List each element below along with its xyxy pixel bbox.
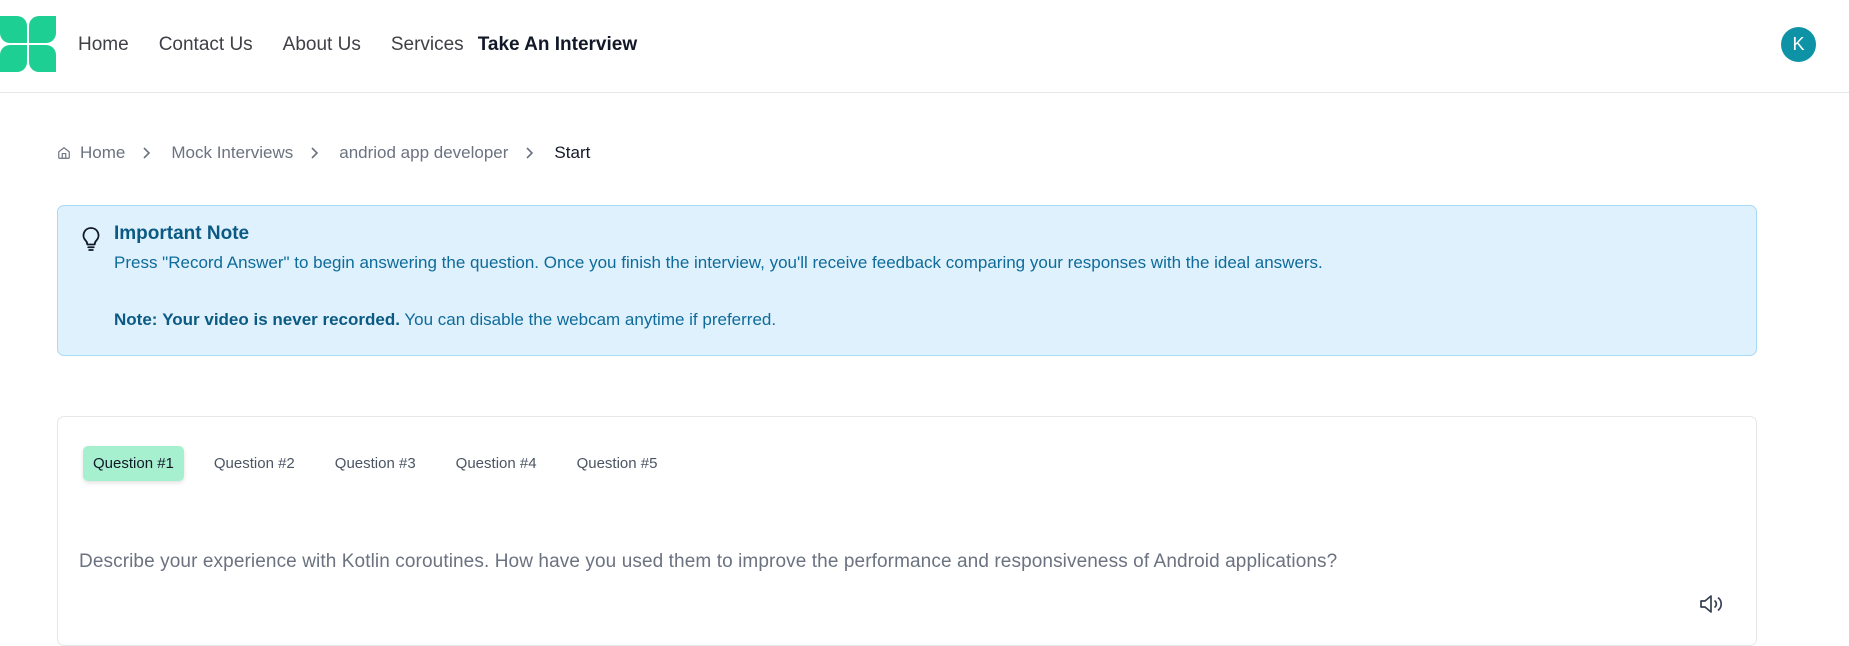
avatar[interactable]: K <box>1781 27 1816 62</box>
nav-contact-us[interactable]: Contact Us <box>159 34 253 56</box>
chevron-right-icon <box>524 147 534 159</box>
chevron-right-icon <box>309 147 319 159</box>
important-note-alert: Important Note Press "Record Answer" to … <box>57 205 1757 356</box>
question-tabs: Question #1 Question #2 Question #3 Ques… <box>83 446 687 481</box>
breadcrumb-mock-interviews[interactable]: Mock Interviews <box>171 143 293 163</box>
tab-question-2[interactable]: Question #2 <box>204 446 305 481</box>
nav-take-an-interview[interactable]: Take An Interview <box>478 34 637 56</box>
lightbulb-icon <box>80 226 102 257</box>
note-title: Important Note <box>114 223 250 244</box>
note-rest-text: You can disable the webcam anytime if pr… <box>404 310 777 329</box>
nav-services[interactable]: Services <box>391 34 464 56</box>
question-text: Describe your experience with Kotlin cor… <box>79 551 1338 572</box>
navbar: Home Contact Us About Us Services Take A… <box>0 0 1849 93</box>
chevron-right-icon <box>141 147 151 159</box>
breadcrumb-current: Start <box>554 143 591 162</box>
breadcrumb-job-title[interactable]: andriod app developer <box>339 143 508 163</box>
nav-links: Home Contact Us About Us Services Take A… <box>78 0 667 90</box>
nav-home[interactable]: Home <box>78 34 129 56</box>
note-strong-text: Your video is never recorded. <box>162 310 400 329</box>
speaker-icon[interactable] <box>1699 593 1725 620</box>
breadcrumb-home[interactable]: Home <box>80 143 125 163</box>
home-icon <box>57 146 71 160</box>
tab-question-4[interactable]: Question #4 <box>446 446 547 481</box>
note-text: Press "Record Answer" to begin answering… <box>114 253 1323 272</box>
tab-question-1[interactable]: Question #1 <box>83 446 184 481</box>
note-privacy: Note: Your video is never recorded. You … <box>114 310 776 330</box>
tab-question-3[interactable]: Question #3 <box>325 446 426 481</box>
note-label: Note: <box>114 310 158 329</box>
nav-about-us[interactable]: About Us <box>283 34 361 56</box>
tab-question-5[interactable]: Question #5 <box>567 446 668 481</box>
logo-icon[interactable] <box>0 16 56 72</box>
breadcrumb: Home Mock Interviews andriod app develop… <box>57 141 590 165</box>
question-card: Question #1 Question #2 Question #3 Ques… <box>57 416 1757 646</box>
